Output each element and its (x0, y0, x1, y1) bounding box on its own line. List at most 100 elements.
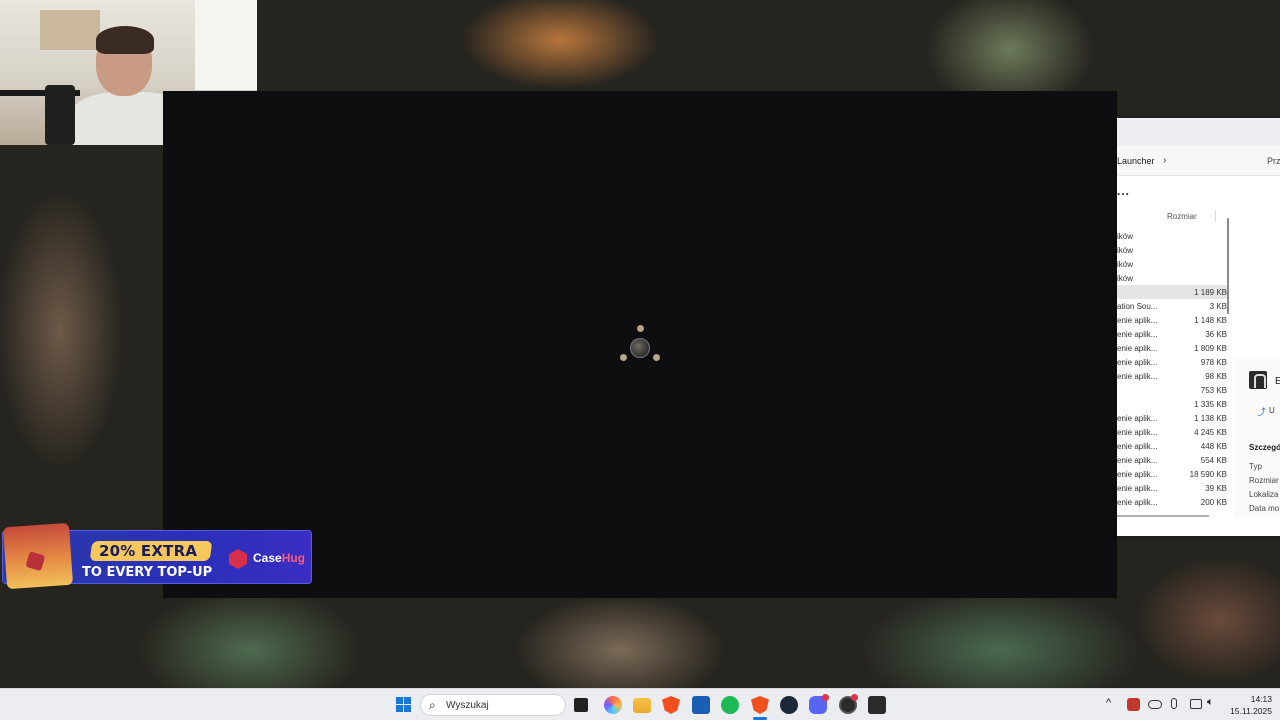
display-tray-icon[interactable] (1190, 699, 1202, 709)
spinner-dot (637, 325, 644, 332)
file-explorer-window[interactable]: Launcher › Prz ... Rozmiar ików ików ików i… (1117, 118, 1280, 536)
vertical-scrollbar[interactable] (1227, 218, 1229, 314)
windows-taskbar: ⌕ Wyszukaj ^ 🔈︎ 14:13 15.11.2025 (0, 688, 1280, 720)
file-size-cell: 36 KB (1205, 330, 1227, 339)
streamer-hair (96, 26, 154, 54)
file-row[interactable]: ików (1117, 271, 1227, 285)
file-size-cell: 1 189 KB (1194, 288, 1227, 297)
file-size-cell: 1 148 KB (1194, 316, 1227, 325)
file-type-cell: enie aplik... (1117, 344, 1158, 353)
file-size-cell: 3 KB (1209, 302, 1227, 311)
details-title: Szczegół (1249, 443, 1280, 452)
file-size-cell: 200 KB (1200, 498, 1227, 507)
file-type-cell: enie aplik... (1117, 414, 1158, 423)
file-type-cell: enie aplik... (1117, 470, 1158, 479)
volume-icon[interactable]: 🔈︎ (1207, 696, 1221, 710)
file-row[interactable]: 1 189 KB (1117, 285, 1227, 299)
file-type-cell: enie aplik... (1117, 484, 1158, 493)
details-prop-date: Data mo (1249, 504, 1280, 513)
file-type-cell: enie aplik... (1117, 372, 1158, 381)
file-size-cell: 1 138 KB (1194, 414, 1227, 423)
windows-start-icon[interactable] (396, 697, 412, 713)
file-type-cell: enie aplik... (1117, 358, 1158, 367)
file-size-cell: 978 KB (1200, 358, 1227, 367)
tray-overflow-chevron-icon[interactable]: ^ (1106, 697, 1111, 709)
column-header-size[interactable]: Rozmiar (1167, 212, 1197, 221)
file-type-cell: enie aplik... (1117, 456, 1158, 465)
file-type-cell: enie aplik... (1117, 442, 1158, 451)
details-app-name: E (1275, 376, 1280, 387)
clock-date: 15.11.2025 (1230, 706, 1272, 716)
file-row[interactable]: ation Sou... 3 KB (1117, 299, 1227, 313)
share-icon[interactable]: ⤴ (1257, 405, 1266, 418)
microphone-tray-icon[interactable] (1171, 698, 1177, 709)
file-row[interactable]: ików (1117, 229, 1227, 243)
breadcrumb-launcher[interactable]: Launcher (1117, 156, 1155, 166)
ad-brand-part-2: Hug (281, 551, 306, 565)
microsoft-store-icon[interactable] (692, 696, 710, 714)
webcam-background-shelf (40, 10, 100, 50)
taskbar-search-box[interactable]: ⌕ Wyszukaj (420, 694, 566, 716)
file-row[interactable]: enie aplik... 98 KB (1117, 369, 1227, 383)
horizontal-scrollbar[interactable] (1117, 515, 1209, 517)
spinner-dot (653, 354, 660, 361)
file-row[interactable]: 753 KB (1117, 383, 1227, 397)
spotify-icon[interactable] (721, 696, 739, 714)
file-size-cell: 753 KB (1200, 386, 1227, 395)
file-type-cell: ików (1117, 246, 1134, 255)
file-row[interactable]: enie aplik... 4 245 KB (1117, 425, 1227, 439)
column-divider[interactable] (1215, 210, 1216, 222)
file-explorer-icon[interactable] (633, 698, 651, 713)
file-row[interactable]: enie aplik... 39 KB (1117, 481, 1227, 495)
file-row[interactable]: enie aplik... 554 KB (1117, 453, 1227, 467)
launcher-app-icon[interactable] (868, 696, 886, 714)
spinner-dot (620, 354, 627, 361)
file-size-cell: 18 590 KB (1189, 470, 1227, 479)
details-prop-type: Typ (1249, 462, 1262, 471)
onedrive-cloud-icon[interactable] (1148, 700, 1162, 709)
discord-notification-badge (822, 694, 829, 701)
file-size-cell: 448 KB (1200, 442, 1227, 451)
file-row[interactable]: enie aplik... 978 KB (1117, 355, 1227, 369)
ad-brand-part-1: Case (253, 551, 282, 565)
game-loading-window[interactable] (163, 91, 1117, 598)
file-row[interactable]: enie aplik... 18 590 KB (1117, 467, 1227, 481)
app-file-icon (1249, 371, 1267, 389)
file-row[interactable]: enie aplik... 36 KB (1117, 327, 1227, 341)
file-row[interactable]: ików (1117, 243, 1227, 257)
file-size-cell: 39 KB (1205, 484, 1227, 493)
file-type-cell: ików (1117, 274, 1134, 283)
taskbar-clock[interactable]: 14:13 15.11.2025 (1226, 693, 1272, 717)
file-type-cell: ation Sou... (1117, 302, 1158, 311)
details-share-label[interactable]: U (1269, 406, 1275, 415)
brave-browser-active-icon[interactable] (751, 696, 769, 714)
ad-headline: 20% EXTRA (99, 542, 198, 560)
ad-subline: TO EVERY TOP-UP (82, 565, 213, 580)
task-view-icon[interactable] (574, 698, 588, 712)
casehug-ad-banner[interactable]: 20% EXTRA TO EVERY TOP-UP CaseHug (2, 522, 312, 590)
file-size-cell: 98 KB (1205, 372, 1227, 381)
file-row[interactable]: enie aplik... 1 148 KB (1117, 313, 1227, 327)
file-size-cell: 4 245 KB (1194, 428, 1227, 437)
more-options-button[interactable]: ... (1117, 184, 1130, 198)
globe-icon (630, 338, 650, 358)
explorer-tab-strip[interactable] (1117, 118, 1280, 146)
file-list: ików ików ików ików 1 189 KB ation Sou... 3 KB… (1117, 229, 1227, 509)
breadcrumb-chevron-icon[interactable]: › (1163, 155, 1166, 166)
file-type-cell: enie aplik... (1117, 316, 1158, 325)
file-row[interactable]: enie aplik... 1 809 KB (1117, 341, 1227, 355)
explorer-address-right[interactable]: Prz (1267, 156, 1280, 166)
casehug-logo-icon (229, 549, 247, 569)
copilot-icon[interactable] (604, 696, 622, 714)
file-row[interactable]: enie aplik... 1 138 KB (1117, 411, 1227, 425)
file-row[interactable]: enie aplik... 200 KB (1117, 495, 1227, 509)
details-prop-size: Rozmiar (1249, 476, 1279, 485)
file-row[interactable]: ików (1117, 257, 1227, 271)
obs-recording-badge (851, 694, 858, 701)
security-tray-icon[interactable] (1127, 698, 1140, 711)
file-row[interactable]: enie aplik... 448 KB (1117, 439, 1227, 453)
file-row[interactable]: 1 335 KB (1117, 397, 1227, 411)
steam-icon[interactable] (780, 696, 798, 714)
taskbar-search-placeholder: Wyszukaj (446, 700, 489, 711)
brave-browser-icon[interactable] (662, 696, 680, 714)
